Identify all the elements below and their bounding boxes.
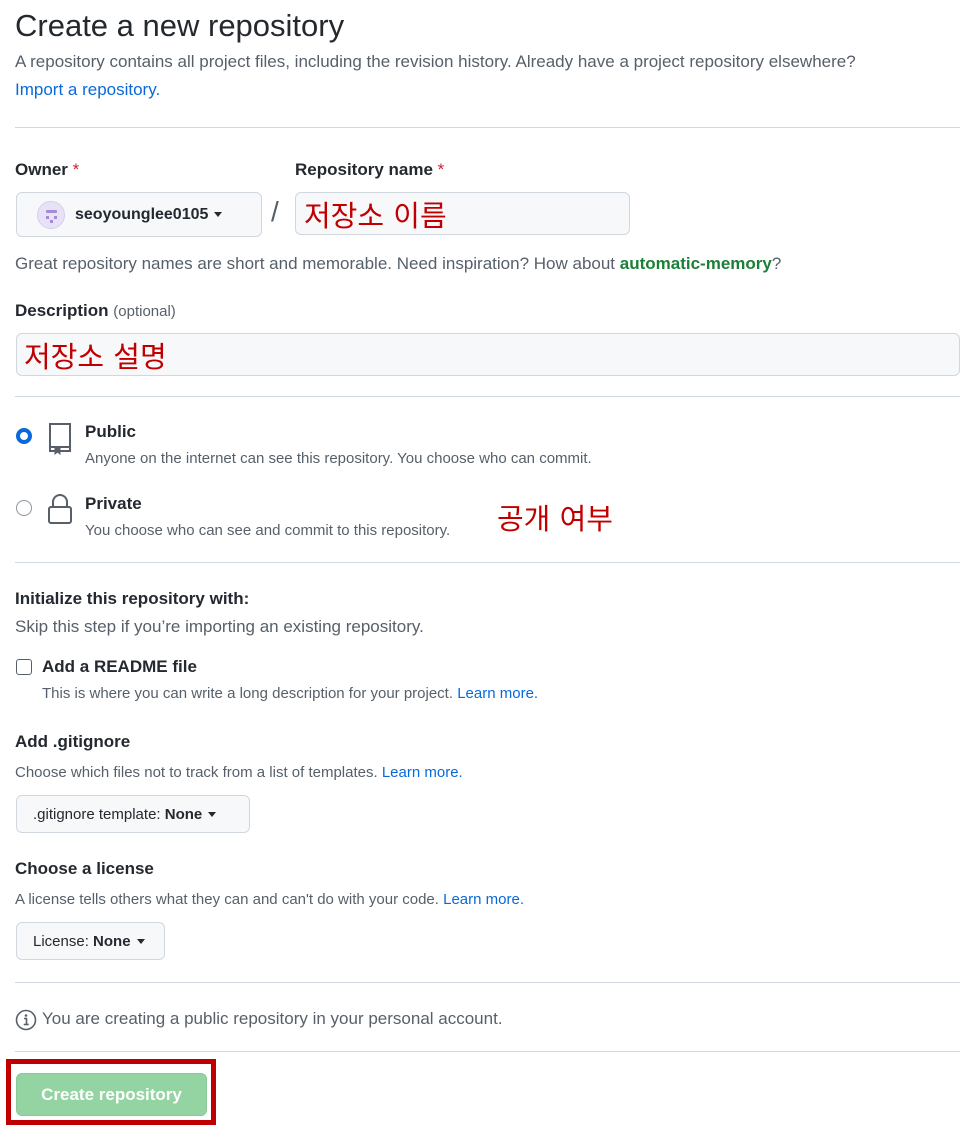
repository-name-annotation: 저장소 이름 <box>304 199 447 233</box>
page-title: Create a new repository <box>15 8 345 43</box>
gitignore-heading: Add .gitignore <box>15 732 131 751</box>
private-label[interactable]: Private <box>85 494 142 514</box>
repo-icon <box>46 421 74 460</box>
public-label[interactable]: Public <box>85 422 136 442</box>
divider <box>15 127 960 128</box>
owner-repo-separator: / <box>271 196 279 227</box>
owner-select[interactable]: seoyounglee0105 <box>16 192 262 237</box>
public-radio[interactable] <box>16 428 32 444</box>
initialize-skip-text: Skip this step if you’re importing an ex… <box>15 617 424 636</box>
name-hint: Great repository names are short and mem… <box>15 254 782 273</box>
avatar <box>37 200 65 229</box>
private-description: You choose who can see and commit to thi… <box>85 522 451 539</box>
gitignore-template-select[interactable]: .gitignore template: None <box>16 795 250 833</box>
private-radio[interactable] <box>16 500 32 516</box>
initialize-heading: Initialize this repository with: <box>15 589 250 608</box>
chevron-down-icon <box>208 811 217 817</box>
owner-value: seoyounglee0105 <box>75 205 209 223</box>
readme-learn-more-link[interactable]: Learn more. <box>457 685 538 702</box>
repository-name-label: Repository name * <box>295 160 445 179</box>
readme-label[interactable]: Add a README file <box>42 657 197 677</box>
description-label: Description (optional) <box>15 301 176 320</box>
readme-checkbox[interactable] <box>16 659 32 675</box>
chevron-down-icon <box>136 938 145 944</box>
public-description: Anyone on the internet can see this repo… <box>85 450 592 467</box>
name-suggestion[interactable]: automatic-memory <box>620 254 772 273</box>
gitignore-learn-more-link[interactable]: Learn more. <box>382 764 463 781</box>
page-subtitle: A repository contains all project files,… <box>15 52 856 71</box>
chevron-down-icon <box>214 212 223 217</box>
divider <box>15 1051 960 1052</box>
divider <box>15 396 960 397</box>
license-heading: Choose a license <box>15 859 154 878</box>
import-repository-link[interactable]: Import a repository. <box>15 80 160 99</box>
license-description: A license tells others what they can and… <box>15 891 524 908</box>
description-annotation: 저장소 설명 <box>24 340 167 374</box>
divider <box>15 562 960 563</box>
gitignore-description: Choose which files not to track from a l… <box>15 764 463 781</box>
account-notice: You are creating a public repository in … <box>42 1009 503 1028</box>
lock-icon <box>47 493 73 530</box>
create-repository-button[interactable]: Create repository <box>16 1073 207 1116</box>
readme-description: This is where you can write a long descr… <box>42 685 539 702</box>
divider <box>15 982 960 983</box>
license-learn-more-link[interactable]: Learn more. <box>443 891 524 908</box>
license-select[interactable]: License: None <box>16 922 165 960</box>
info-icon <box>15 1009 37 1036</box>
owner-label: Owner * <box>15 160 80 179</box>
visibility-annotation: 공개 여부 <box>497 502 613 536</box>
